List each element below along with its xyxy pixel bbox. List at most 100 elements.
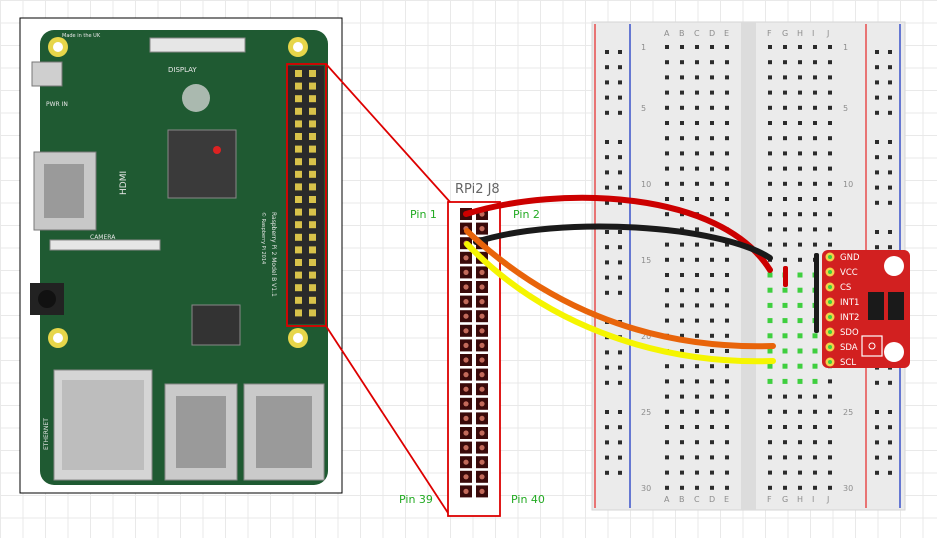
board-header-pin (295, 233, 302, 241)
breadboard-hole (665, 121, 669, 125)
pin-1-label: Pin 1 (410, 208, 437, 221)
breadboard-hole (680, 394, 684, 399)
breadboard-hole (768, 75, 772, 80)
breadboard-hole (828, 136, 832, 141)
board-header-pin (295, 259, 302, 266)
breadboard-hole (828, 455, 832, 460)
breadboard-hole (680, 166, 684, 171)
j8-pin (463, 313, 469, 319)
breadboard-rail-hole (605, 365, 609, 370)
j8-pin (479, 459, 485, 465)
breadboard-hole-active (767, 333, 773, 339)
breadboard-hole (710, 212, 714, 217)
breadboard-hole (695, 303, 699, 308)
breadboard-hole (798, 485, 802, 490)
breadboard-hole (828, 197, 832, 201)
breadboard-hole-active (782, 378, 788, 384)
board-header-pin (309, 271, 316, 279)
breadboard-rail-hole (605, 50, 609, 54)
breadboard-hole (798, 455, 802, 460)
breadboard-hole (828, 90, 832, 95)
breadboard-column-letter: A (664, 495, 670, 504)
breadboard-hole-active (767, 363, 773, 369)
breadboard-row-number: 5 (641, 104, 646, 113)
breadboard-rail-hole (605, 470, 609, 475)
breadboard-hole (768, 45, 772, 49)
breadboard-rail-hole (875, 470, 879, 475)
breadboard-hole (695, 75, 699, 80)
breadboard-hole (768, 440, 772, 445)
breadboard-hole (680, 364, 684, 369)
breadboard-hole (710, 409, 714, 414)
breadboard-rail-hole (875, 155, 879, 160)
breadboard-rail-hole (605, 350, 609, 355)
breadboard-hole (828, 60, 832, 65)
breadboard-hole (710, 151, 714, 156)
breadboard-hole-active (797, 287, 803, 293)
breadboard-hole-active (767, 318, 773, 324)
j8-pin (463, 328, 469, 334)
breadboard-hole (813, 90, 817, 95)
breadboard-hole (768, 242, 772, 247)
breadboard-hole (828, 45, 832, 49)
board-header-pin (295, 120, 302, 128)
breadboard-hole (695, 425, 699, 429)
j8-pin (463, 488, 469, 494)
breadboard-hole (680, 455, 684, 460)
breadboard-rail-hole (888, 110, 892, 115)
breadboard-rail-hole (875, 440, 879, 445)
breadboard-hole (695, 364, 699, 369)
board-header-pin (309, 145, 316, 153)
breadboard-hole (680, 121, 684, 125)
breadboard-hole (725, 197, 729, 201)
breadboard-column-letter: E (724, 29, 729, 38)
j8-pin (463, 372, 469, 378)
breadboard-rail-hole (875, 455, 879, 460)
j8-pin (463, 401, 469, 407)
board-header-pin (295, 170, 302, 178)
breadboard-hole (665, 181, 669, 186)
breadboard-hole-active (767, 302, 773, 308)
breadboard-hole (710, 45, 714, 49)
breadboard-hole (665, 440, 669, 445)
breadboard-hole (695, 227, 699, 232)
sensor-pin-connection (828, 360, 832, 364)
breadboard-rail-hole (605, 170, 609, 175)
breadboard-hole (828, 166, 832, 171)
breadboard-hole (725, 181, 729, 186)
sensor-label-gnd: GND (840, 253, 860, 263)
breadboard-hole (725, 364, 729, 369)
pin-40-label: Pin 40 (511, 493, 545, 506)
breadboard-hole (783, 60, 787, 65)
breadboard-hole (813, 470, 817, 475)
j8-pin (463, 284, 469, 290)
breadboard-hole (725, 151, 729, 156)
breadboard-hole (710, 166, 714, 171)
j8-pin (479, 445, 485, 451)
breadboard-hole (665, 242, 669, 247)
breadboard-column-letter: E (724, 495, 729, 504)
breadboard-rail-hole (875, 110, 879, 115)
breadboard-rail-hole (605, 290, 609, 295)
breadboard-hole (798, 425, 802, 429)
breadboard-hole (828, 394, 832, 399)
board-header-pin (309, 170, 316, 178)
breadboard-hole (710, 181, 714, 186)
breadboard-hole (695, 166, 699, 171)
j8-pin (479, 386, 485, 392)
breadboard-hole (798, 409, 802, 414)
breadboard-hole (783, 470, 787, 475)
board-header-pin (309, 183, 316, 191)
breadboard-hole (680, 288, 684, 293)
breadboard-column-letter: B (679, 495, 685, 504)
breadboard-hole (680, 105, 684, 110)
breadboard-hole-active (797, 333, 803, 339)
breadboard-hole (828, 485, 832, 490)
breadboard-hole (710, 485, 714, 490)
breadboard-hole (695, 470, 699, 475)
breadboard-rail-hole (618, 425, 622, 430)
breadboard-rail-hole (875, 95, 879, 100)
breadboard-hole (695, 45, 699, 49)
breadboard-hole (783, 197, 787, 201)
breadboard-row-number: 1 (843, 43, 848, 52)
